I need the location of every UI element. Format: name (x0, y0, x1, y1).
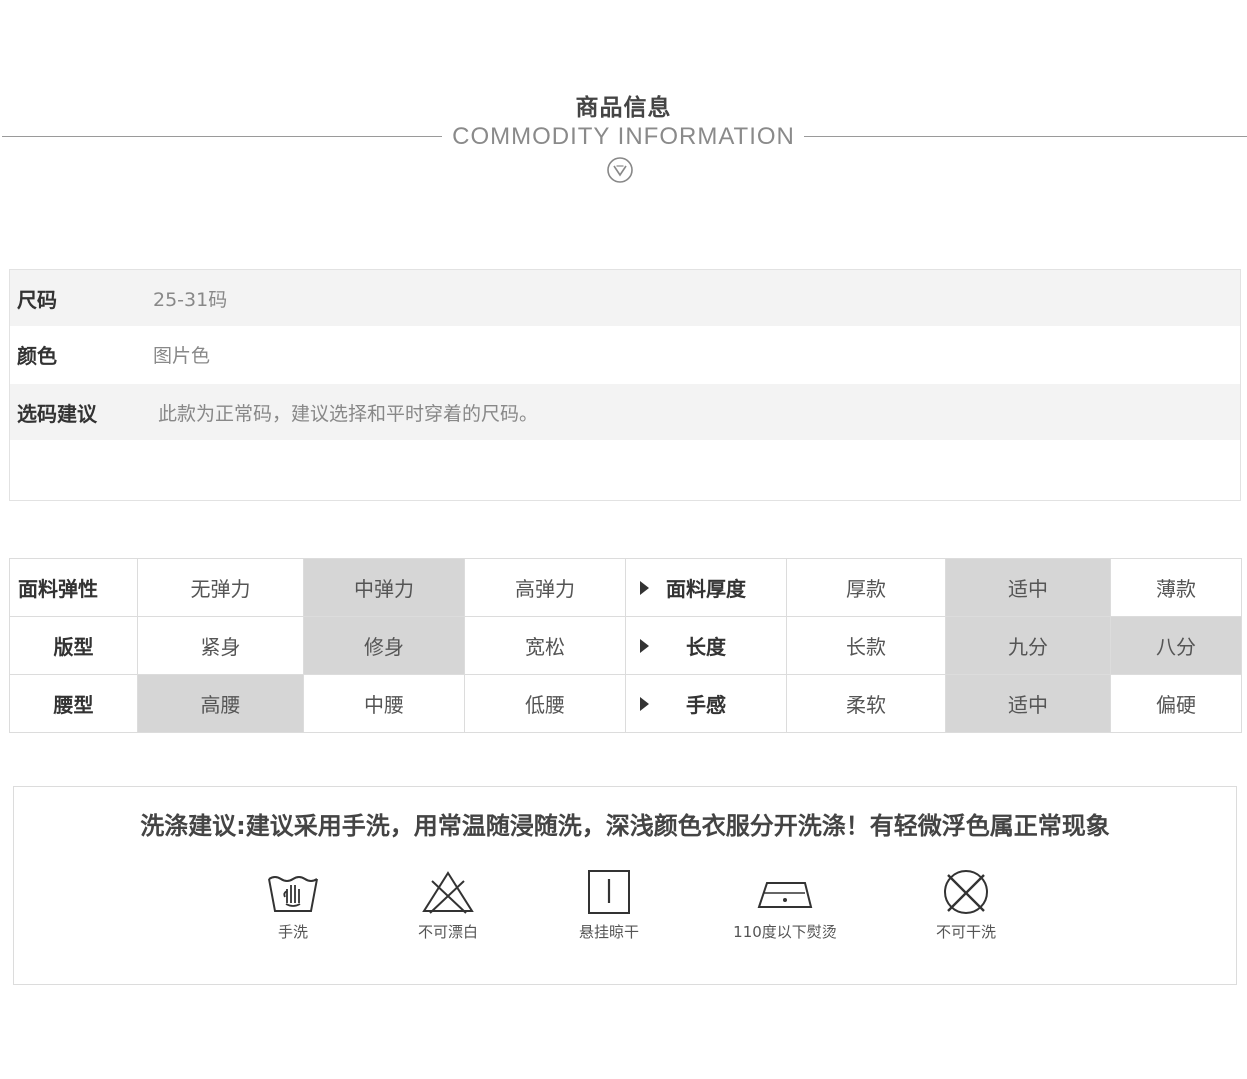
info-key: 颜色 (17, 343, 57, 368)
triangle-right-icon (640, 580, 649, 595)
attribute-option: 柔软 (786, 674, 946, 733)
attribute-label-text: 手感 (686, 693, 726, 717)
care-item: 110度以下熨烫 (725, 867, 845, 942)
attribute-row: 面料弹性 无弹力 中弹力 高弹力 面料厚度 厚款 适中 薄款 (9, 558, 1242, 617)
hand-wash-icon (268, 876, 318, 912)
care-label: 110度以下熨烫 (733, 923, 837, 941)
attribute-label-text: 长度 (686, 635, 726, 659)
attribute-option: 紧身 (137, 616, 304, 675)
section-subtitle: COMMODITY INFORMATION (444, 123, 803, 150)
info-value: 图片色 (153, 344, 211, 367)
care-item: 手洗 (233, 867, 353, 942)
attribute-option-selected: 九分 (945, 616, 1111, 675)
care-label: 不可漂白 (417, 923, 478, 941)
attribute-label: 腰型 (9, 674, 138, 733)
attribute-label: 长度 (625, 616, 787, 675)
triangle-right-icon (640, 696, 649, 711)
attribute-option-selected: 八分 (1110, 616, 1242, 675)
care-item: 不可干洗 (906, 867, 1026, 942)
attribute-label: 手感 (625, 674, 787, 733)
care-label: 手洗 (277, 923, 308, 941)
attribute-option: 低腰 (464, 674, 626, 733)
care-label: 不可干洗 (935, 923, 996, 941)
attribute-label: 面料厚度 (625, 558, 787, 617)
info-key: 选码建议 (17, 401, 97, 426)
washing-advice: 洗涤建议:建议采用手洗，用常温随浸随洗，深浅颜色衣服分开洗涤！有轻微浮色属正常现… (140, 812, 1110, 840)
care-label: 悬挂晾干 (578, 923, 639, 941)
section-title: 商品信息 (575, 95, 672, 121)
attribute-row: 腰型 高腰 中腰 低腰 手感 柔软 适中 偏硬 (9, 674, 1242, 733)
product-info-table: 尺码 25-31码 颜色 图片色 选码建议 此款为正常码，建议选择和平时穿着的尺… (9, 269, 1241, 501)
attribute-option: 偏硬 (1110, 674, 1242, 733)
attribute-option: 宽松 (464, 616, 626, 675)
info-key: 尺码 (17, 287, 57, 312)
attribute-option: 高弹力 (464, 558, 626, 617)
info-value: 此款为正常码，建议选择和平时穿着的尺码。 (158, 402, 539, 425)
attribute-option: 无弹力 (137, 558, 304, 617)
attribute-option-selected: 中弹力 (303, 558, 465, 617)
attribute-table: 面料弹性 无弹力 中弹力 高弹力 面料厚度 厚款 适中 薄款 版型 紧身 修身 … (9, 558, 1242, 733)
no-bleach-icon (422, 871, 474, 914)
attribute-option: 中腰 (303, 674, 465, 733)
attribute-row: 版型 紧身 修身 宽松 长度 长款 九分 八分 (9, 616, 1242, 675)
attribute-option: 厚款 (786, 558, 946, 617)
care-item: 不可漂白 (388, 867, 508, 942)
chevron-down-circle-icon (607, 157, 633, 183)
triangle-right-icon (640, 638, 649, 653)
care-item: 悬挂晾干 (549, 867, 669, 942)
attribute-option: 长款 (786, 616, 946, 675)
attribute-option-selected: 高腰 (137, 674, 304, 733)
info-value: 25-31码 (153, 288, 228, 311)
attribute-option-selected: 修身 (303, 616, 465, 675)
attribute-option-selected: 适中 (945, 558, 1111, 617)
attribute-label: 面料弹性 (9, 558, 138, 617)
attribute-label-text: 面料厚度 (666, 577, 746, 601)
no-dry-clean-icon (944, 870, 988, 914)
info-row-size-advice: 选码建议 此款为正常码，建议选择和平时穿着的尺码。 (10, 384, 1240, 440)
attribute-option: 薄款 (1110, 558, 1242, 617)
attribute-label: 版型 (9, 616, 138, 675)
hang-dry-icon (588, 870, 630, 914)
info-row-color: 颜色 图片色 (10, 326, 1240, 382)
iron-icon (757, 882, 813, 908)
info-row-size: 尺码 25-31码 (10, 270, 1240, 326)
washing-instructions: 洗涤建议:建议采用手洗，用常温随浸随洗，深浅颜色衣服分开洗涤！有轻微浮色属正常现… (13, 786, 1237, 985)
attribute-option-selected: 适中 (945, 674, 1111, 733)
